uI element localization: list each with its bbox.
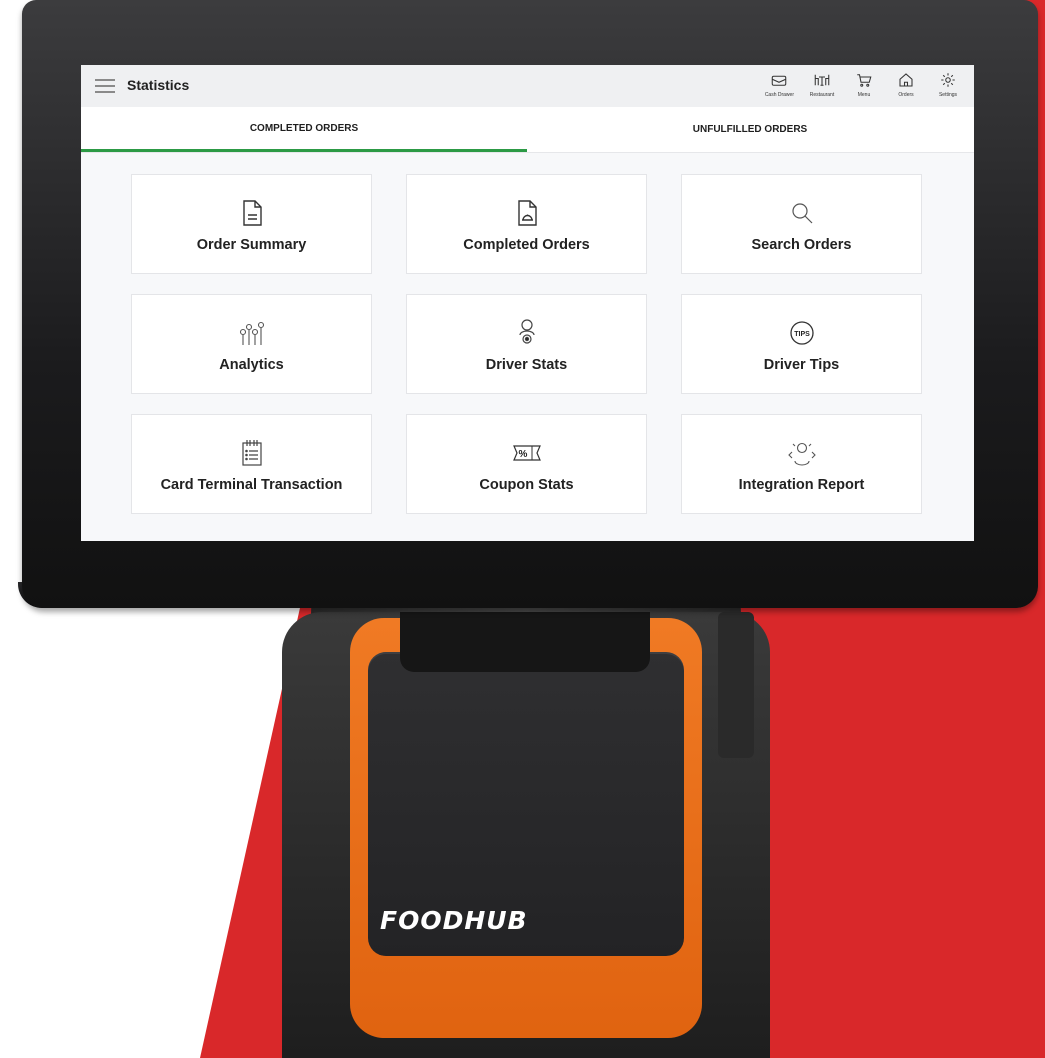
printer-slot xyxy=(400,612,650,672)
card-label: Order Summary xyxy=(196,237,307,253)
cloche-document-icon xyxy=(517,200,537,226)
card-label: Driver Tips xyxy=(763,357,840,373)
card-label: Analytics xyxy=(219,357,284,373)
restaurant-label: Restaurant xyxy=(809,92,835,98)
menu-label: Menu xyxy=(857,92,871,98)
toolbar: Cash Drawer Restaurant Menu Orders Setti… xyxy=(765,71,962,103)
home-icon xyxy=(899,73,913,87)
cart-icon xyxy=(857,74,872,87)
cash-drawer-icon xyxy=(772,75,787,86)
integration-report-card[interactable]: Integration Report xyxy=(681,414,922,514)
card-label: Driver Stats xyxy=(485,357,568,373)
settings-label: Settings xyxy=(938,92,958,98)
card-label: Integration Report xyxy=(738,477,865,493)
tab-completed-orders[interactable]: COMPLETED ORDERS xyxy=(81,107,527,152)
card-label: Completed Orders xyxy=(463,237,590,253)
orders-label: Orders xyxy=(898,92,914,98)
search-orders-card[interactable]: Search Orders xyxy=(681,174,922,274)
foodhub-logo: FOODHUB xyxy=(380,906,528,935)
restaurant-icon xyxy=(814,74,830,86)
analytics-icon xyxy=(239,321,264,345)
integration-icon xyxy=(787,442,816,466)
cash-drawer-button[interactable]: Cash Drawer xyxy=(765,71,794,103)
driver-tips-card[interactable]: TIPS Driver Tips xyxy=(681,294,922,394)
page-title: Statistics xyxy=(127,77,190,93)
analytics-card[interactable]: Analytics xyxy=(131,294,372,394)
driver-stats-card[interactable]: Driver Stats xyxy=(406,294,647,394)
gear-icon xyxy=(941,73,955,87)
svg-text:TIPS: TIPS xyxy=(794,331,810,338)
menu-icon[interactable] xyxy=(95,79,115,93)
app-header: Statistics Cash Drawer Restaurant Menu O… xyxy=(81,65,974,108)
coupon-stats-card[interactable]: % Coupon Stats xyxy=(406,414,647,514)
restaurant-button[interactable]: Restaurant xyxy=(808,71,836,103)
svg-text:%: % xyxy=(518,449,527,460)
orders-button[interactable]: Orders xyxy=(892,71,920,103)
tab-bar: COMPLETED ORDERS UNFULFILLED ORDERS xyxy=(81,107,974,153)
search-icon xyxy=(791,203,812,224)
cash-drawer-label: Cash Drawer xyxy=(764,92,794,98)
coupon-icon: % xyxy=(512,445,541,461)
tab-unfulfilled-orders[interactable]: UNFULFILLED ORDERS xyxy=(527,107,973,152)
stand-side-panel xyxy=(718,612,754,758)
driver-icon xyxy=(518,319,535,344)
settings-button[interactable]: Settings xyxy=(934,71,962,103)
receipt-icon xyxy=(241,440,262,466)
card-label: Card Terminal Transaction xyxy=(160,477,343,493)
order-summary-card[interactable]: Order Summary xyxy=(131,174,372,274)
card-label: Coupon Stats xyxy=(479,477,574,493)
card-label: Search Orders xyxy=(751,237,852,253)
document-icon xyxy=(242,200,262,226)
screen: Statistics Cash Drawer Restaurant Menu O… xyxy=(81,65,974,541)
completed-orders-card[interactable]: Completed Orders xyxy=(406,174,647,274)
tips-icon: TIPS xyxy=(789,321,814,345)
card-terminal-transaction-card[interactable]: Card Terminal Transaction xyxy=(131,414,372,514)
menu-button[interactable]: Menu xyxy=(850,71,878,103)
